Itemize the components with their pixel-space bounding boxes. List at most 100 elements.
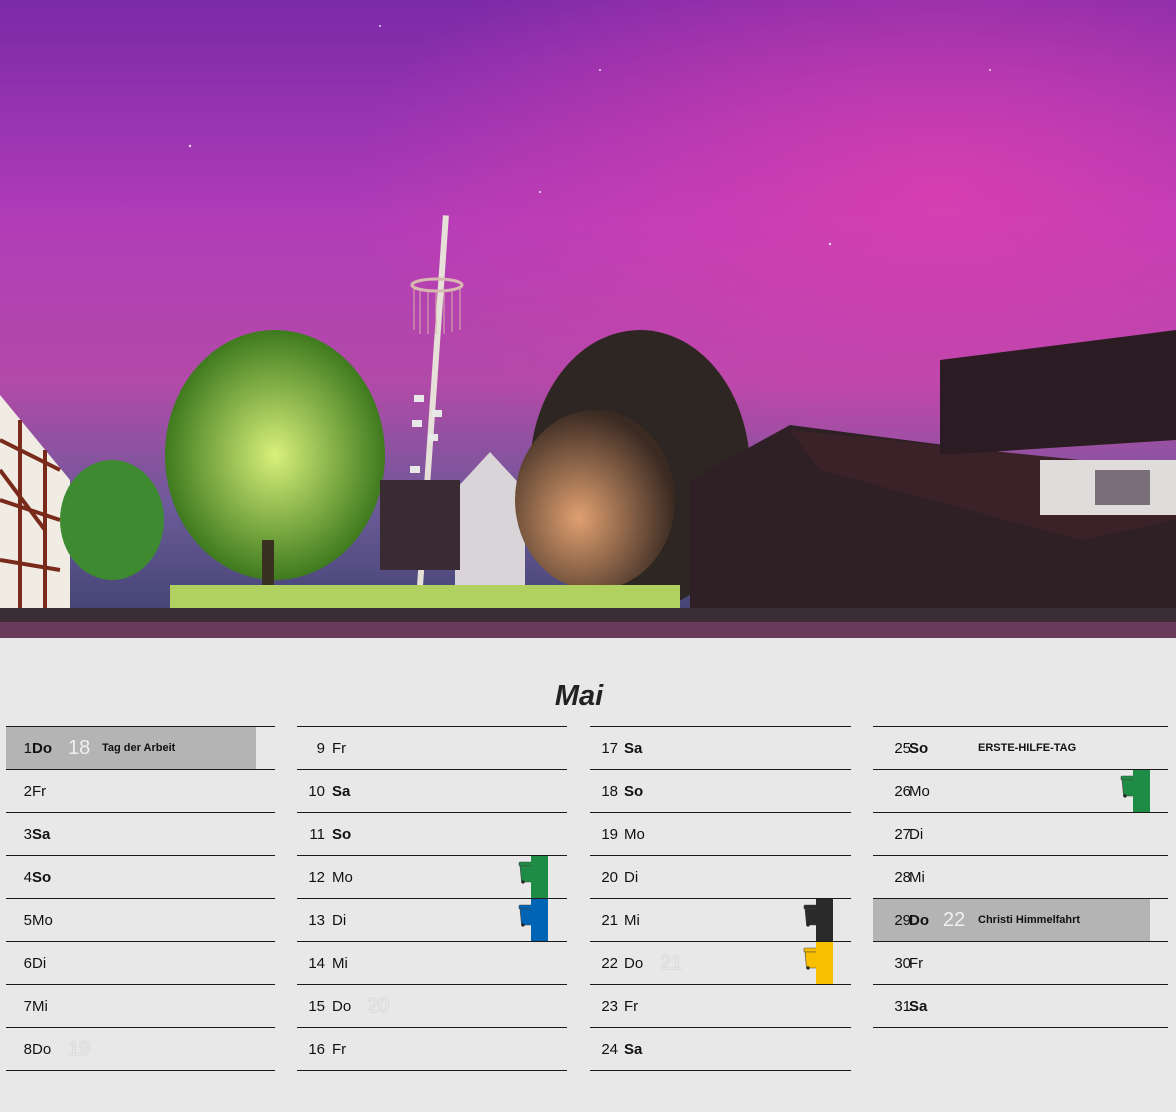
calendar-day-row: 29 Do 22 Christi Himmelfahrt xyxy=(873,898,1168,941)
weekday-label: So xyxy=(624,783,644,800)
day-number: 26 xyxy=(894,783,911,800)
day-number: 3 xyxy=(23,826,32,843)
day-number: 10 xyxy=(308,783,325,800)
calendar-day-row: 30 Fr xyxy=(873,941,1168,984)
calendar-day-row: 16 Fr xyxy=(297,1027,567,1071)
day-number: 18 xyxy=(601,783,618,800)
weekday-label: Mo xyxy=(32,912,53,929)
day-number: 2 xyxy=(23,783,32,800)
calendar-day-row: 21 Mi xyxy=(590,898,851,941)
weekday-label: Mo xyxy=(332,869,353,886)
calendar-day-row: 11 So xyxy=(297,812,567,855)
weekday-label: So xyxy=(332,826,352,843)
weekday-label: Di xyxy=(909,826,924,843)
calendar-day-row: 9 Fr xyxy=(297,726,567,769)
calendar-day-row: 24 Sa xyxy=(590,1027,851,1071)
weekday-label: Sa xyxy=(332,783,351,800)
day-number: 1 xyxy=(23,740,32,757)
calendar-day-row: 15 Do 20 xyxy=(297,984,567,1027)
calendar-day-row: 25 So ERSTE-HILFE-TAG xyxy=(873,726,1168,769)
day-number: 27 xyxy=(894,826,911,843)
weekday-label: So xyxy=(909,740,929,757)
calendar-day-row: 7 Mi xyxy=(6,984,275,1027)
calendar-day-row: 10 Sa xyxy=(297,769,567,812)
day-number: 13 xyxy=(308,912,325,929)
weekday-label: Do xyxy=(909,912,929,929)
day-number: 16 xyxy=(308,1041,325,1058)
weekday-label: Do xyxy=(624,955,644,972)
day-number: 12 xyxy=(308,869,325,886)
waste-collection-stripe xyxy=(816,942,833,984)
weekday-label: Fr xyxy=(624,998,639,1015)
day-number: 30 xyxy=(894,955,911,972)
day-number: 22 xyxy=(601,955,618,972)
calendar-week-number: 22 xyxy=(943,909,966,931)
day-number: 4 xyxy=(23,869,32,886)
calendar-day-row: 22 Do 21 xyxy=(590,941,851,984)
calendar-day-row: 19 Mo xyxy=(590,812,851,855)
calendar-day-row: 14 Mi xyxy=(297,941,567,984)
calendar-day-row: 28 Mi xyxy=(873,855,1168,898)
calendar-day-row: 12 Mo xyxy=(297,855,567,898)
weekday-label: Mo xyxy=(624,826,645,843)
calendar-day-row: 23 Fr xyxy=(590,984,851,1027)
day-number: 24 xyxy=(601,1041,618,1058)
weekday-label: Mi xyxy=(332,955,348,972)
weekday-label: Di xyxy=(624,869,639,886)
holiday-note: Tag der Arbeit xyxy=(102,742,176,754)
day-number: 15 xyxy=(308,998,325,1015)
calendar-day-row: 5 Mo xyxy=(6,898,275,941)
calendar-day-row: 20 Di xyxy=(590,855,851,898)
calendar-day-row: 4 So xyxy=(6,855,275,898)
calendar-day-row: 17 Sa xyxy=(590,726,851,769)
calendar-day-row: 26 Mo xyxy=(873,769,1168,812)
weekday-label: Sa xyxy=(624,1041,643,1058)
waste-collection-stripe xyxy=(1133,770,1150,812)
day-number: 7 xyxy=(23,998,32,1015)
day-number: 9 xyxy=(316,740,325,757)
calendar-day-row: 31 Sa xyxy=(873,984,1168,1028)
day-number: 17 xyxy=(601,740,618,757)
weekday-label: Di xyxy=(332,912,347,929)
calendar-day-row: 2 Fr xyxy=(6,769,275,812)
weekday-label: Fr xyxy=(32,783,47,800)
header-photo-aurora-maypole xyxy=(0,0,1176,638)
day-number: 28 xyxy=(894,869,911,886)
weekday-label: So xyxy=(32,869,52,886)
day-number: 23 xyxy=(601,998,618,1015)
calendar-week-number: 18 xyxy=(68,737,91,759)
weekday-label: Do xyxy=(32,1041,52,1058)
day-number: 14 xyxy=(308,955,325,972)
weekday-label: Mi xyxy=(32,998,48,1015)
weekday-label: Do xyxy=(32,740,52,757)
calendar-day-row: 3 Sa xyxy=(6,812,275,855)
weekday-label: Fr xyxy=(332,1041,347,1058)
calendar-day-row: 8 Do 19 xyxy=(6,1027,275,1071)
weekday-label: Do xyxy=(332,998,352,1015)
weekday-label: Mi xyxy=(624,912,640,929)
holiday-note: ERSTE-HILFE-TAG xyxy=(978,742,1077,754)
day-number: 31 xyxy=(894,998,911,1015)
day-number: 11 xyxy=(309,826,325,843)
day-number: 19 xyxy=(601,826,618,843)
calendar-column-1: 1 Do 18 Tag der Arbeit 2 Fr 3 Sa 4 So 5 Mo 6 Di 7 Mi 8 Do… xyxy=(6,726,275,1071)
calendar-day-row: 1 Do 18 Tag der Arbeit xyxy=(6,726,275,769)
weekday-label: Mi xyxy=(909,869,925,886)
calendar-week-number: 20 xyxy=(367,995,390,1017)
calendar-week-number: 21 xyxy=(660,952,683,974)
day-number: 5 xyxy=(23,912,32,929)
weekday-label: Fr xyxy=(332,740,347,757)
calendar-column-4: 25 So ERSTE-HILFE-TAG 26 Mo 27 Di 28 Mi 29 Do 22 Chr… xyxy=(873,726,1168,1028)
holiday-note: Christi Himmelfahrt xyxy=(978,914,1081,926)
calendar-day-row: 6 Di xyxy=(6,941,275,984)
weekday-label: Di xyxy=(32,955,47,972)
calendar-day-row: 27 Di xyxy=(873,812,1168,855)
calendar-day-row: 13 Di xyxy=(297,898,567,941)
weekday-label: Sa xyxy=(909,998,928,1015)
waste-collection-stripe xyxy=(531,899,548,941)
waste-collection-stripe xyxy=(816,899,833,941)
calendar-column-2: 9 Fr 10 Sa 11 So 12 Mo 13 Di 14 Mi 15 Do 20 16 Fr xyxy=(297,726,567,1071)
aurora-photo xyxy=(0,0,1176,638)
weekday-label: Sa xyxy=(32,826,51,843)
day-number: 21 xyxy=(601,912,618,929)
